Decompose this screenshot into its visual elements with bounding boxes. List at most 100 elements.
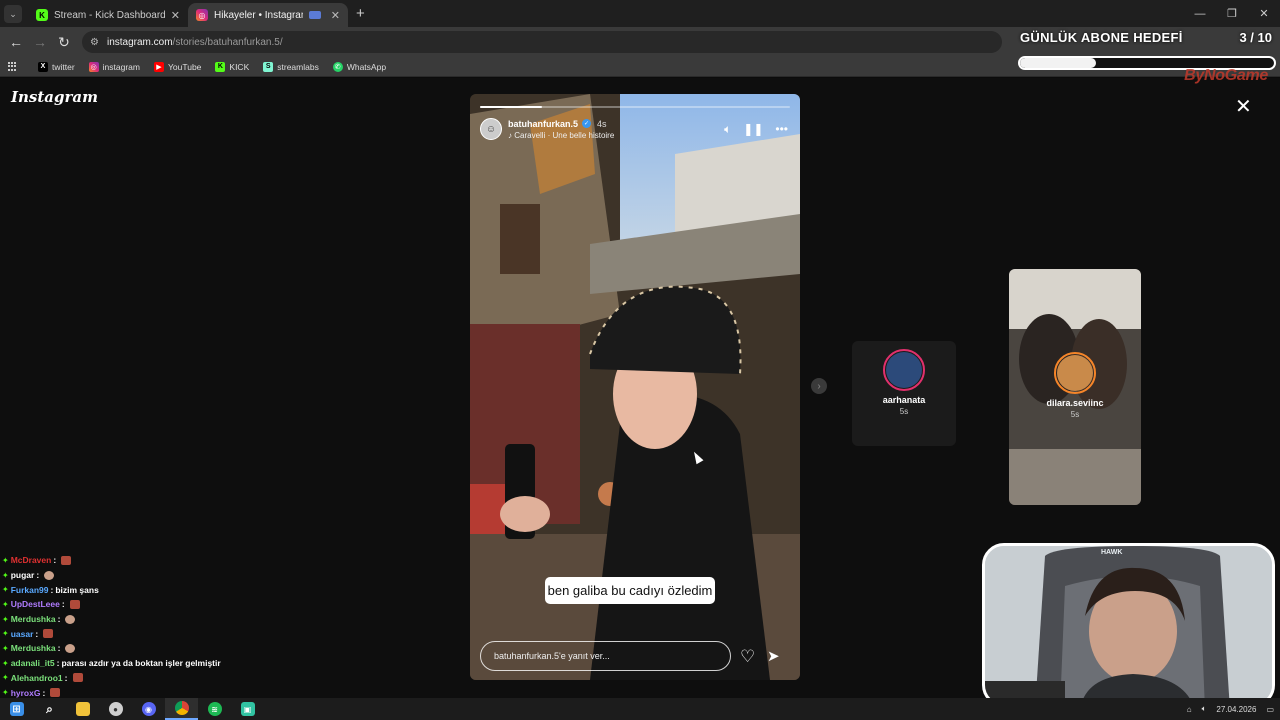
chat-separator: : — [56, 658, 60, 669]
close-icon[interactable]: ✕ — [171, 9, 180, 22]
restore-icon[interactable]: ❐ — [1216, 0, 1248, 27]
story-username[interactable]: batuhanfurkan.5 — [508, 119, 578, 129]
chat-separator: : — [42, 687, 46, 698]
webcam-overlay: HAWK — [982, 543, 1275, 707]
chat-message: ✦ Merdushka : — [2, 612, 332, 627]
instagram-logo[interactable]: Instagram — [11, 88, 98, 106]
close-icon[interactable]: ✕ — [331, 9, 340, 22]
preview-avatar — [883, 349, 925, 391]
chat-message: ✦ Furkan99 : bizim şans — [2, 582, 332, 597]
preview-avatar — [1054, 352, 1096, 394]
close-story-icon[interactable]: ✕ — [1235, 94, 1252, 119]
clock-date: 27.04.2026 — [1216, 704, 1257, 714]
story-controls: 🔈︎ ❚❚ ••• — [724, 122, 788, 137]
window-close-icon[interactable]: ✕ — [1248, 0, 1280, 27]
chat-badge-icon: ✦ — [2, 570, 9, 580]
goal-progress-fill — [1020, 58, 1097, 68]
streamlabs-icon: S — [263, 61, 274, 72]
notification-icon[interactable]: ▭ — [1266, 705, 1274, 714]
streamlabs-icon[interactable]: ▣ — [231, 698, 264, 720]
address-bar[interactable]: ⚙ instagram.com/stories/batuhanfurkan.5/ — [82, 31, 1002, 53]
chat-username[interactable]: uasar — [11, 629, 34, 639]
chat-username[interactable]: Merdushka — [11, 643, 56, 653]
chat-emote-icon — [65, 643, 76, 653]
chat-emote-icon — [44, 570, 55, 580]
chat-username[interactable]: Alehandroo1 — [11, 673, 63, 683]
system-tray: ⌂ 🔈︎ 27.04.2026 ▭ — [1187, 698, 1274, 720]
minimize-icon[interactable]: — — [1184, 0, 1216, 27]
bookmark-instagram[interactable]: ◎ instagram — [88, 61, 140, 72]
youtube-icon: ▶ — [154, 61, 164, 72]
reply-input[interactable]: batuhanfurkan.5'e yanıt ver... — [480, 641, 731, 671]
chat-username[interactable]: pugar — [11, 570, 35, 580]
chat-badge-icon: ✦ — [2, 614, 9, 624]
story-viewer[interactable]: ☺ batuhanfurkan.5 ✓ 4s ♪ Caravelli · Une… — [470, 94, 800, 680]
preview-username: dilara.seviinc — [1046, 398, 1104, 408]
discord-icon[interactable]: ◉ — [132, 698, 165, 720]
chrome-icon[interactable] — [165, 698, 198, 720]
forward-icon[interactable]: → — [28, 34, 52, 50]
volume-tray-icon[interactable]: 🔈︎ — [1202, 704, 1207, 714]
bookmark-whatsapp[interactable]: ✆ WhatsApp — [332, 61, 386, 72]
bookmark-youtube[interactable]: ▶ YouTube — [154, 61, 201, 72]
chat-username[interactable]: hyroxG — [11, 688, 41, 698]
story-preview-dilara[interactable]: dilara.seviinc 5s — [1009, 269, 1141, 505]
chat-text: bizim şans — [55, 584, 99, 595]
site-info-icon[interactable]: ⚙ — [90, 37, 99, 48]
story-user-row: batuhanfurkan.5 ✓ 4s — [508, 119, 724, 129]
subscriber-goal-overlay: GÜNLÜK ABONE HEDEFİ 3 / 10 ByNoGame — [1018, 27, 1280, 85]
chat-badge-icon: ✦ — [2, 599, 9, 609]
next-story-arrow-icon[interactable]: › — [811, 378, 827, 394]
bookmark-twitter[interactable]: Xtwitter — [38, 61, 75, 72]
chat-username[interactable]: UpDestLeee — [11, 599, 60, 609]
preview-time: 5s — [899, 407, 909, 416]
chat-username[interactable]: adanali_it5 — [11, 658, 55, 668]
webcam-chair-brand: HAWK — [1101, 549, 1123, 556]
chat-badge-icon: ✦ — [2, 658, 9, 668]
tab-search-button[interactable]: ⌄ — [4, 5, 22, 23]
send-icon[interactable]: ➤ — [767, 647, 780, 665]
chat-username[interactable]: Furkan99 — [11, 585, 49, 595]
pause-icon[interactable]: ❚❚ — [743, 122, 763, 136]
like-heart-icon[interactable]: ♡ — [740, 647, 755, 667]
bookmark-streamlabs[interactable]: Sstreamlabs — [263, 61, 319, 72]
story-header: ☺ batuhanfurkan.5 ✓ 4s ♪ Caravelli · Une… — [480, 114, 788, 144]
media-playing-icon[interactable] — [308, 11, 321, 19]
reload-icon[interactable]: ↻ — [52, 34, 76, 51]
obs-icon[interactable]: ● — [99, 698, 132, 720]
chat-emote-icon — [69, 599, 80, 609]
search-icon[interactable]: ⌕ — [33, 698, 66, 720]
network-icon[interactable]: ⌂ — [1187, 705, 1192, 714]
more-options-icon[interactable]: ••• — [775, 122, 788, 136]
story-progress-fill — [480, 106, 542, 108]
story-music[interactable]: ♪ Caravelli · Une belle histoire — [508, 131, 724, 140]
story-progress-bar — [480, 106, 790, 108]
taskbar: ⊞ ⌕ ● ◉ ≋ ▣ ⌂ 🔈︎ 27.04.2026 ▭ — [0, 698, 1280, 720]
tab-instagram[interactable]: ◎ Hikayeler • Instagram ✕ — [188, 3, 348, 27]
chat-badge-icon: ✦ — [2, 643, 9, 653]
volume-icon[interactable]: 🔈︎ — [724, 122, 731, 137]
story-preview-aarhanata[interactable]: aarhanata 5s — [852, 341, 956, 446]
chat-separator: : — [57, 643, 61, 654]
tab-kick-dashboard[interactable]: K Stream - Kick Dashboard ✕ — [28, 3, 188, 27]
apps-grid-icon[interactable] — [8, 61, 18, 72]
chat-message: ✦ uasar : — [2, 626, 332, 641]
bookmark-kick[interactable]: K KICK — [215, 61, 249, 72]
preview-time: 5s — [1070, 410, 1080, 419]
new-tab-button[interactable]: + — [356, 5, 365, 22]
story-avatar[interactable]: ☺ — [480, 118, 502, 140]
spotify-icon[interactable]: ≋ — [198, 698, 231, 720]
chat-badge-icon: ✦ — [2, 673, 9, 683]
chat-username[interactable]: McDraven — [11, 555, 52, 565]
tab-strip: ⌄ K Stream - Kick Dashboard ✕ ◎ Hikayele… — [0, 0, 1280, 27]
chat-separator: : — [36, 570, 40, 581]
back-icon[interactable]: ← — [4, 34, 28, 50]
chat-separator: : — [35, 628, 39, 639]
tab-title: Stream - Kick Dashboard — [54, 9, 165, 21]
chat-username[interactable]: Merdushka — [11, 614, 56, 624]
preview-username: aarhanata — [882, 395, 926, 405]
goal-count: 3 / 10 — [1239, 30, 1272, 45]
file-explorer-icon[interactable] — [66, 698, 99, 720]
windows-start-icon[interactable]: ⊞ — [0, 698, 33, 720]
chat-separator: : — [64, 672, 68, 683]
